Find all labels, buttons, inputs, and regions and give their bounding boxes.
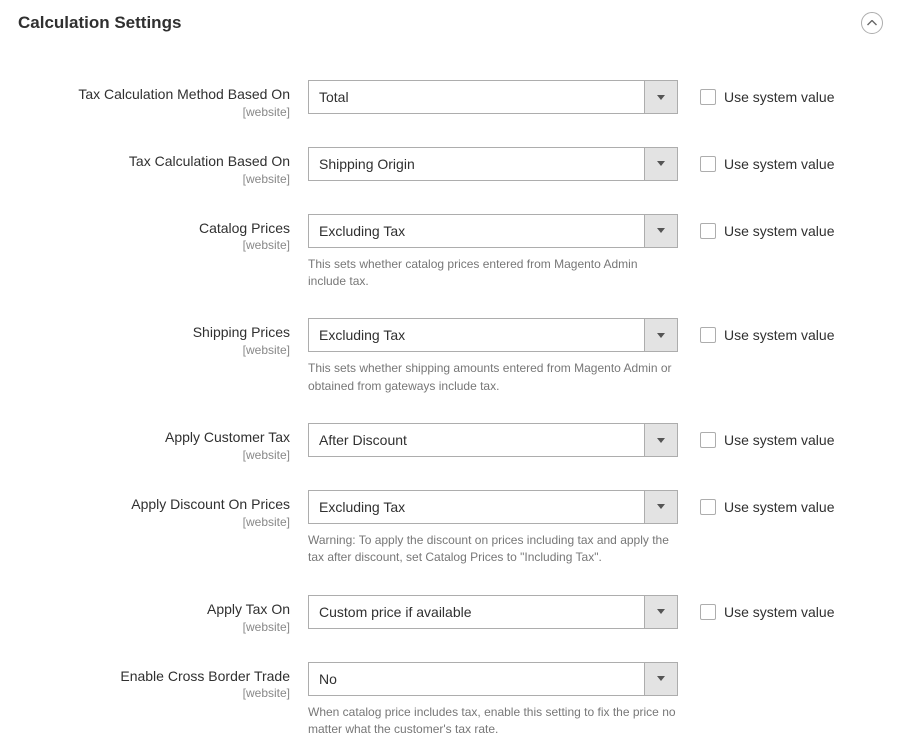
field-label: Shipping Prices: [18, 324, 290, 341]
use-system-label[interactable]: Use system value: [724, 89, 834, 105]
use-system-col: Use system value: [678, 490, 834, 524]
control-col: Shipping Origin: [308, 147, 678, 181]
use-system-checkbox[interactable]: [700, 89, 716, 105]
control-col: Excluding Tax This sets whether catalog …: [308, 214, 678, 291]
select-value: Custom price if available: [308, 595, 678, 629]
field-label: Apply Customer Tax: [18, 429, 290, 446]
control-col: No When catalog price includes tax, enab…: [308, 662, 678, 739]
use-system-label[interactable]: Use system value: [724, 604, 834, 620]
customer-tax-select[interactable]: After Discount: [308, 423, 678, 457]
label-col: Catalog Prices [website]: [18, 214, 308, 253]
control-col: Excluding Tax This sets whether shipping…: [308, 318, 678, 395]
use-system-label[interactable]: Use system value: [724, 223, 834, 239]
row-catalog: Catalog Prices [website] Excluding Tax T…: [18, 214, 883, 291]
label-col: Apply Customer Tax [website]: [18, 423, 308, 462]
helper-text: When catalog price includes tax, enable …: [308, 704, 678, 739]
select-value: Shipping Origin: [308, 147, 678, 181]
row-method: Tax Calculation Method Based On [website…: [18, 80, 883, 119]
method-select[interactable]: Total: [308, 80, 678, 114]
field-label: Apply Tax On: [18, 601, 290, 618]
calculation-settings-fieldset: Tax Calculation Method Based On [website…: [18, 50, 883, 738]
select-value: Excluding Tax: [308, 214, 678, 248]
use-system-checkbox[interactable]: [700, 604, 716, 620]
label-col: Apply Discount On Prices [website]: [18, 490, 308, 529]
field-label: Apply Discount On Prices: [18, 496, 290, 513]
field-label: Tax Calculation Based On: [18, 153, 290, 170]
shipping-select[interactable]: Excluding Tax: [308, 318, 678, 352]
use-system-col: Use system value: [678, 214, 834, 248]
use-system-label[interactable]: Use system value: [724, 156, 834, 172]
section-header: Calculation Settings: [18, 12, 883, 50]
use-system-col: Use system value: [678, 147, 834, 181]
use-system-label[interactable]: Use system value: [724, 432, 834, 448]
row-customer-tax: Apply Customer Tax [website] After Disco…: [18, 423, 883, 462]
row-based-on: Tax Calculation Based On [website] Shipp…: [18, 147, 883, 186]
use-system-col: Use system value: [678, 80, 834, 114]
select-value: Excluding Tax: [308, 318, 678, 352]
use-system-checkbox[interactable]: [700, 156, 716, 172]
chevron-up-icon: [867, 20, 877, 26]
scope-label: [website]: [18, 448, 290, 462]
label-col: Tax Calculation Based On [website]: [18, 147, 308, 186]
field-label: Catalog Prices: [18, 220, 290, 237]
helper-text: This sets whether catalog prices entered…: [308, 256, 678, 291]
field-label: Tax Calculation Method Based On: [18, 86, 290, 103]
use-system-label[interactable]: Use system value: [724, 499, 834, 515]
scope-label: [website]: [18, 686, 290, 700]
select-value: Total: [308, 80, 678, 114]
use-system-label[interactable]: Use system value: [724, 327, 834, 343]
row-cross-border: Enable Cross Border Trade [website] No W…: [18, 662, 883, 739]
field-label: Enable Cross Border Trade: [18, 668, 290, 685]
select-value: After Discount: [308, 423, 678, 457]
label-col: Enable Cross Border Trade [website]: [18, 662, 308, 701]
control-col: After Discount: [308, 423, 678, 457]
label-col: Tax Calculation Method Based On [website…: [18, 80, 308, 119]
scope-label: [website]: [18, 515, 290, 529]
control-col: Total: [308, 80, 678, 114]
discount-select[interactable]: Excluding Tax: [308, 490, 678, 524]
cross-border-select[interactable]: No: [308, 662, 678, 696]
row-tax-on: Apply Tax On [website] Custom price if a…: [18, 595, 883, 634]
section-title: Calculation Settings: [18, 13, 181, 33]
use-system-col: Use system value: [678, 318, 834, 352]
catalog-select[interactable]: Excluding Tax: [308, 214, 678, 248]
control-col: Excluding Tax Warning: To apply the disc…: [308, 490, 678, 567]
use-system-col: Use system value: [678, 423, 834, 457]
use-system-checkbox[interactable]: [700, 499, 716, 515]
collapse-toggle[interactable]: [861, 12, 883, 34]
tax-on-select[interactable]: Custom price if available: [308, 595, 678, 629]
helper-text: Warning: To apply the discount on prices…: [308, 532, 678, 567]
select-value: No: [308, 662, 678, 696]
scope-label: [website]: [18, 343, 290, 357]
scope-label: [website]: [18, 238, 290, 252]
select-value: Excluding Tax: [308, 490, 678, 524]
use-system-col: Use system value: [678, 595, 834, 629]
row-shipping: Shipping Prices [website] Excluding Tax …: [18, 318, 883, 395]
scope-label: [website]: [18, 172, 290, 186]
use-system-checkbox[interactable]: [700, 432, 716, 448]
scope-label: [website]: [18, 105, 290, 119]
label-col: Shipping Prices [website]: [18, 318, 308, 357]
scope-label: [website]: [18, 620, 290, 634]
based-on-select[interactable]: Shipping Origin: [308, 147, 678, 181]
helper-text: This sets whether shipping amounts enter…: [308, 360, 678, 395]
row-discount: Apply Discount On Prices [website] Exclu…: [18, 490, 883, 567]
use-system-checkbox[interactable]: [700, 223, 716, 239]
control-col: Custom price if available: [308, 595, 678, 629]
use-system-checkbox[interactable]: [700, 327, 716, 343]
label-col: Apply Tax On [website]: [18, 595, 308, 634]
